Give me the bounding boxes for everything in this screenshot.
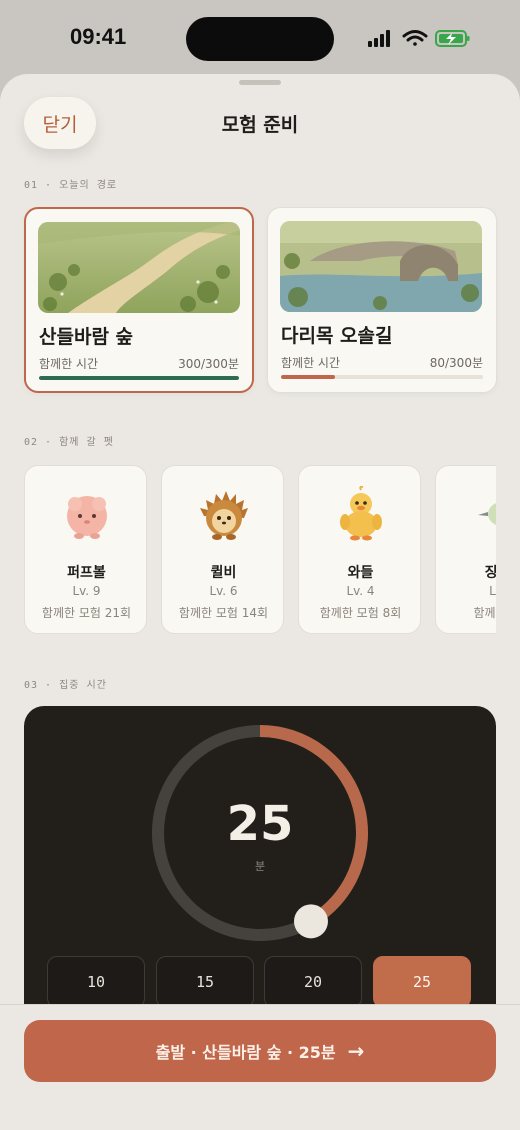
pet-level: Lv. 6 xyxy=(209,584,238,598)
section-label-timer: 03 · 집중 시간 xyxy=(24,680,107,691)
pet-adventure-count: 함께한 모험 8회 xyxy=(319,606,402,620)
duckling-icon xyxy=(340,486,382,541)
arrow-right-icon: → xyxy=(347,1039,365,1063)
route-name: 다리목 오솔길 xyxy=(281,325,393,347)
route-image-forest-path xyxy=(38,222,240,313)
preset-20-button[interactable]: 20 xyxy=(264,956,362,1008)
pet-card-waddle[interactable]: 와들 Lv. 4 함께한 모험 8회 xyxy=(298,465,421,634)
pink-puffball-icon xyxy=(67,496,107,539)
depart-button[interactable]: 출발 · 산들바람 숲 · 25분 → xyxy=(24,1020,496,1082)
bird-icon xyxy=(478,503,496,525)
status-time: 09:41 xyxy=(70,24,127,49)
preset-15-button[interactable]: 15 xyxy=(156,956,254,1008)
route-image-stone-bridge xyxy=(280,221,482,312)
route-card-bridge[interactable]: 다리목 오솔길 함께한 시간 80/300분 xyxy=(267,207,497,393)
pet-level: Lv. 4 xyxy=(346,584,375,598)
depart-button-label: 출발 · 산들바람 숲 · 25분 xyxy=(155,1043,336,1062)
route-time-value: 80/300분 xyxy=(429,356,483,370)
section-label-route: 01 · 오늘의 경로 xyxy=(24,180,118,191)
pet-card-puffball[interactable]: 퍼프볼 Lv. 9 함께한 모험 21회 xyxy=(24,465,147,634)
hedgehog-icon xyxy=(200,491,248,540)
pet-adventure-count: 함께한 모험 21회 xyxy=(41,606,132,620)
route-time-label: 함께한 시간 xyxy=(281,356,341,370)
pet-card-jingle[interactable]: 징글 Lv. 함께한 모 xyxy=(435,465,496,634)
route-name: 산들바람 숲 xyxy=(39,326,134,348)
pet-adventure-count: 함께한 모험 14회 xyxy=(178,606,269,620)
pet-adventure-count: 함께한 모 xyxy=(473,606,497,620)
route-progress-fill xyxy=(39,376,239,380)
route-progress-bar xyxy=(281,375,483,379)
route-time-label: 함께한 시간 xyxy=(39,357,99,371)
page-title: 모험 준비 xyxy=(221,114,299,136)
status-bar: 09:41 xyxy=(0,0,520,74)
pet-name: 와들 xyxy=(347,565,374,581)
preset-25-button[interactable]: 25 xyxy=(373,956,471,1008)
dynamic-island xyxy=(186,17,334,61)
pet-level: Lv. 9 xyxy=(72,584,101,598)
adventure-prep-sheet: 닫기 모험 준비 01 · 오늘의 경로 산들바람 숲 함께한 시간 300/3… xyxy=(0,74,520,1130)
section-label-pet: 02 · 함께 갈 펫 xyxy=(24,437,114,448)
pet-card-quilby[interactable]: 퀼비 Lv. 6 함께한 모험 14회 xyxy=(161,465,284,634)
route-progress-fill xyxy=(281,375,335,379)
route-time-value: 300/300분 xyxy=(178,357,239,371)
timer-value: 25 xyxy=(226,796,294,852)
wifi-icon xyxy=(402,30,428,46)
pet-name: 퍼프볼 xyxy=(67,565,106,581)
timer-unit: 분 xyxy=(254,860,266,873)
pet-carousel[interactable]: 퍼프볼 Lv. 9 함께한 모험 21회 퀼비 Lv. 6 함께한 모험 14회 xyxy=(24,465,496,635)
sheet-grabber[interactable] xyxy=(239,80,281,85)
pet-name: 징글 xyxy=(484,565,496,581)
bottom-action-area: 출발 · 산들바람 숲 · 25분 → xyxy=(0,1004,520,1130)
cellular-signal-icon xyxy=(368,30,390,47)
preset-10-button[interactable]: 10 xyxy=(47,956,145,1008)
route-card-forest[interactable]: 산들바람 숲 함께한 시간 300/300분 xyxy=(24,207,254,393)
status-icons xyxy=(368,30,470,47)
pet-level: Lv. xyxy=(489,584,496,598)
timer-drag-handle xyxy=(293,904,328,939)
battery-charging-icon xyxy=(435,30,470,47)
pet-name: 퀼비 xyxy=(210,565,237,581)
route-progress-bar xyxy=(39,376,239,380)
